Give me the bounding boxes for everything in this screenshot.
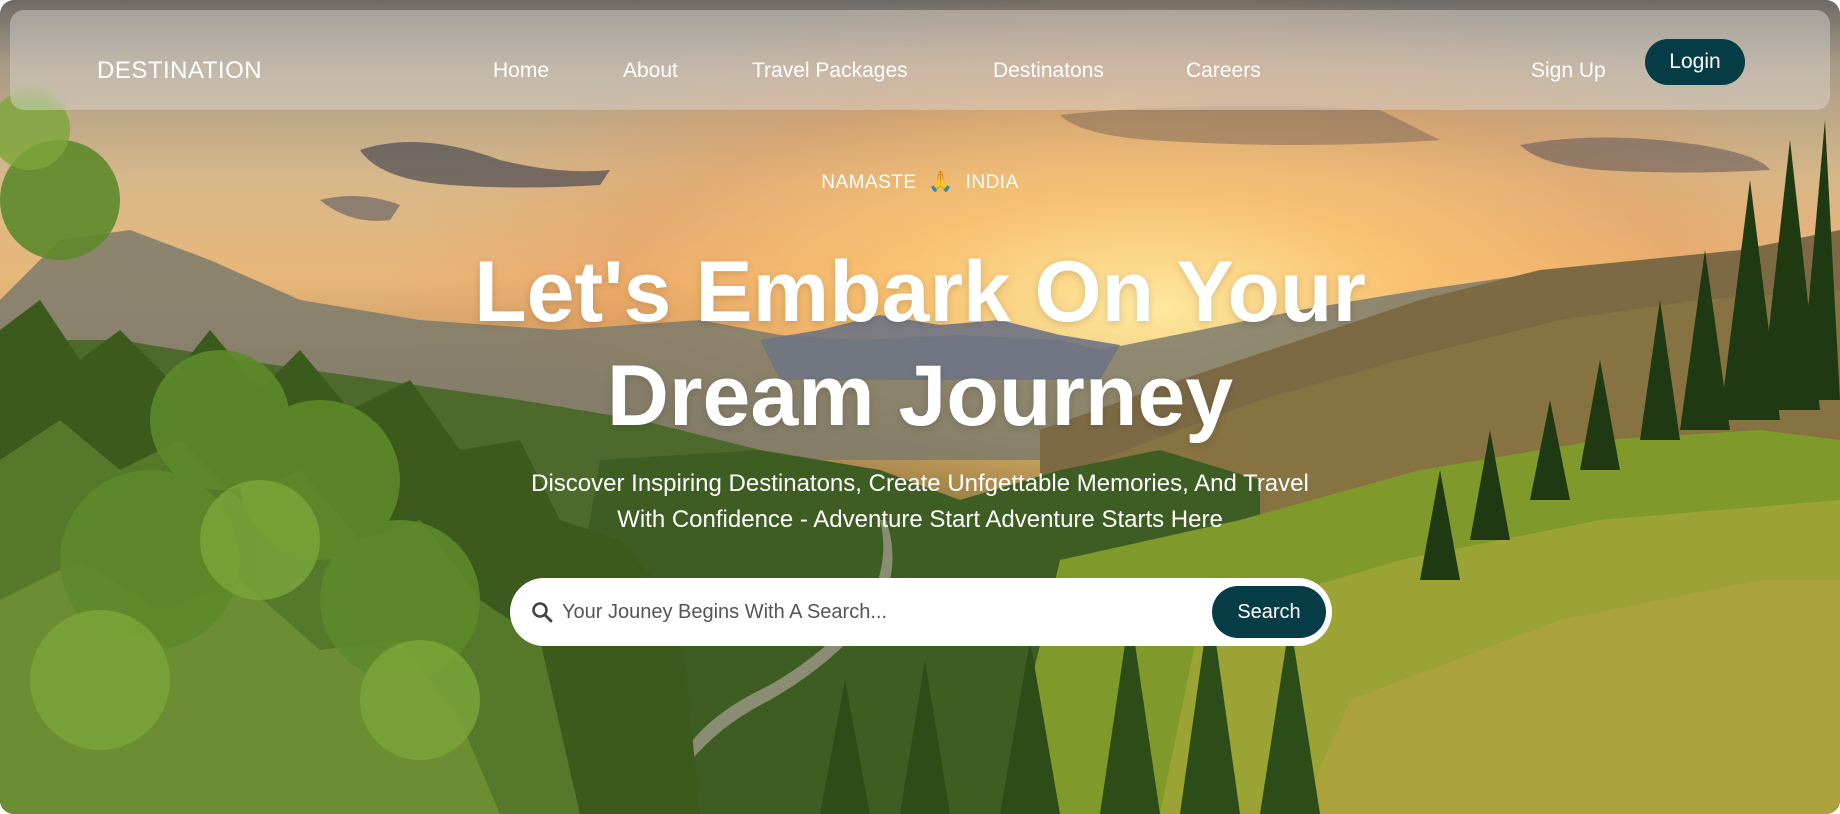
login-button-label: Login: [1669, 50, 1721, 73]
nav-link-careers[interactable]: Careers: [1186, 59, 1261, 83]
search-bar: Search: [510, 578, 1332, 646]
sign-up-link[interactable]: Sign Up: [1531, 59, 1606, 83]
hero-subtitle: Discover Inspiring Destinatons, Create U…: [0, 466, 1840, 538]
login-button[interactable]: Login: [1645, 39, 1745, 85]
hero-headline: Let's Embark On Your Dream Journey: [0, 240, 1840, 448]
navbar: DESTINATION Home About Travel Packages D…: [10, 10, 1830, 110]
greeting-left: NAMASTE: [821, 172, 917, 193]
nav-link-home[interactable]: Home: [493, 59, 549, 83]
subtitle-line-2: With Confidence - Adventure Start Advent…: [617, 506, 1223, 533]
greeting-right: INDIA: [965, 172, 1019, 193]
hero-section: DESTINATION Home About Travel Packages D…: [0, 0, 1840, 814]
search-button[interactable]: Search: [1212, 586, 1326, 638]
brand-logo[interactable]: DESTINATION: [97, 57, 262, 85]
headline-line-1: Let's Embark On Your: [474, 244, 1366, 340]
subtitle-line-1: Discover Inspiring Destinatons, Create U…: [531, 470, 1309, 497]
search-icon: [532, 602, 553, 623]
greeting: NAMASTE 🙏 INDIA: [0, 169, 1840, 194]
nav-link-travel-packages[interactable]: Travel Packages: [752, 59, 908, 83]
folded-hands-icon: 🙏: [928, 171, 954, 193]
nav-link-destinations[interactable]: Destinatons: [993, 59, 1104, 83]
headline-line-2: Dream Journey: [606, 348, 1234, 444]
search-input[interactable]: [562, 592, 1212, 632]
search-button-label: Search: [1237, 600, 1301, 623]
nav-link-about[interactable]: About: [623, 59, 678, 83]
